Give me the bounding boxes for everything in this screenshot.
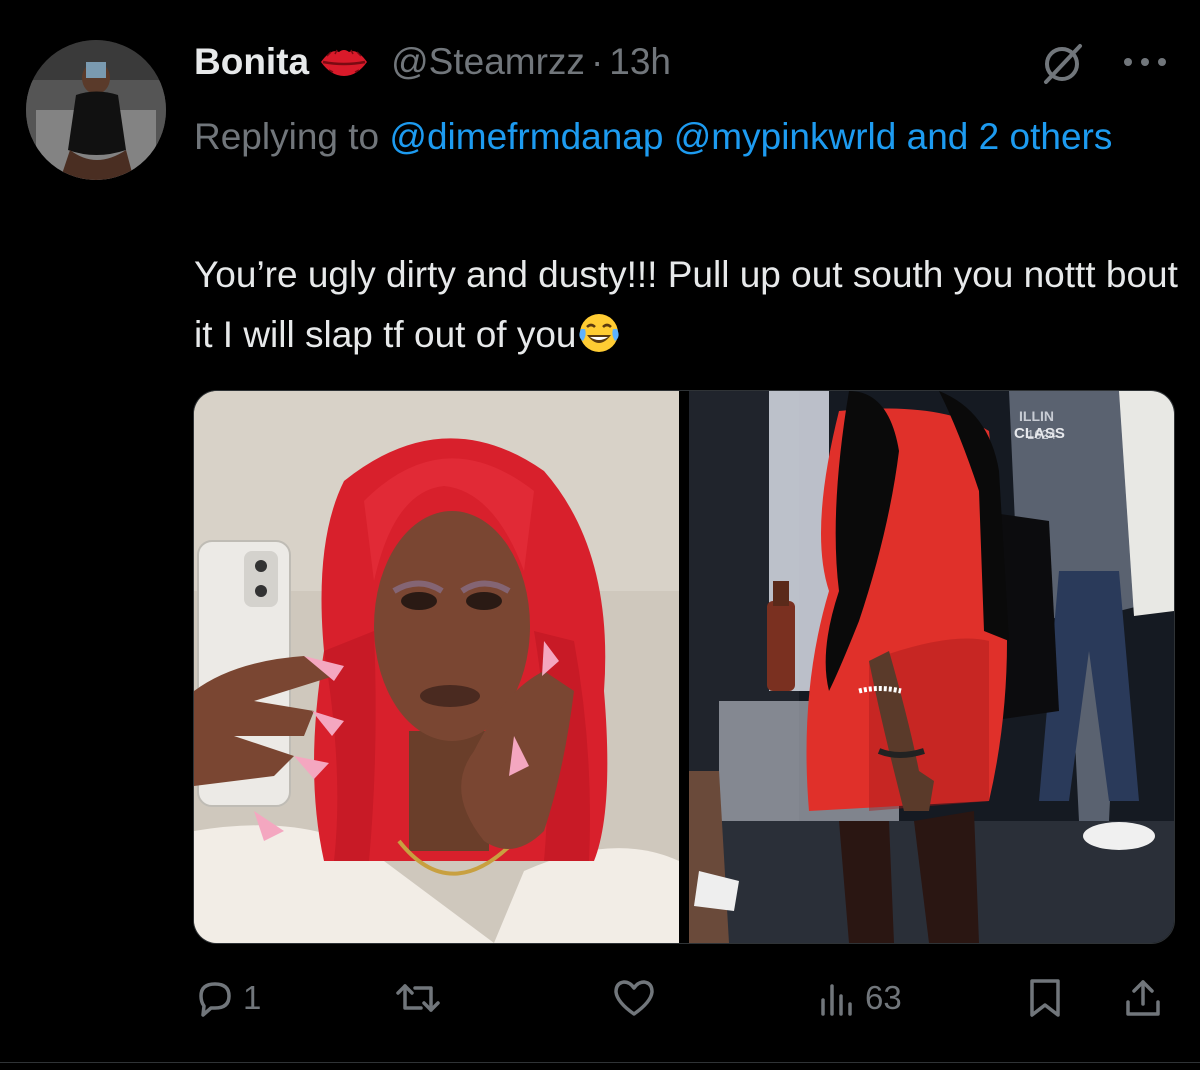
- reply-button[interactable]: 1: [193, 970, 261, 1026]
- handle[interactable]: @Steamrzz: [391, 41, 585, 83]
- sweatshirt-text-1: ILLIN: [1019, 408, 1054, 424]
- retweet-button[interactable]: [393, 970, 449, 1026]
- face-with-tears-of-joy-icon: [577, 311, 621, 355]
- retweet-icon: [393, 976, 443, 1020]
- photo-selfie-red-wig[interactable]: [194, 391, 679, 943]
- reply-count: 1: [243, 979, 262, 1016]
- avatar[interactable]: [26, 40, 166, 180]
- lips-icon: [317, 42, 371, 82]
- replying-prefix: Replying to: [194, 116, 380, 157]
- divider: [0, 1062, 1200, 1063]
- more-options-icon[interactable]: [1120, 52, 1170, 72]
- reply-others-link[interactable]: and 2 others: [907, 116, 1113, 157]
- bookmark-icon: [1023, 976, 1067, 1020]
- sweatshirt-text-3: CLASS: [1014, 425, 1065, 442]
- replying-to: Replying to @dimefrmdanap @mypinkwrld an…: [194, 106, 1154, 168]
- heart-icon: [611, 976, 657, 1020]
- share-button[interactable]: [1121, 970, 1165, 1026]
- bookmark-button[interactable]: [1023, 970, 1067, 1026]
- tweet-body: You’re ugly dirty and dusty!!! Pull up o…: [194, 254, 1178, 355]
- action-bar: 1 63: [193, 970, 1173, 1026]
- reply-mention-1[interactable]: @dimefrmdanap: [389, 116, 663, 157]
- views-button[interactable]: 63: [815, 970, 902, 1026]
- grok-icon[interactable]: [1040, 42, 1084, 86]
- timestamp[interactable]: 13h: [609, 41, 671, 83]
- views-icon: [815, 976, 859, 1020]
- reply-icon: [193, 976, 237, 1020]
- media-grid[interactable]: ILLIN 1624 CLASS: [193, 390, 1175, 944]
- tweet-text: You’re ugly dirty and dusty!!! Pull up o…: [194, 245, 1184, 365]
- view-count: 63: [865, 979, 902, 1016]
- share-icon: [1121, 976, 1165, 1020]
- like-button[interactable]: [611, 970, 663, 1026]
- reply-mention-2[interactable]: @mypinkwrld: [674, 116, 897, 157]
- display-name[interactable]: Bonita: [194, 41, 309, 83]
- tweet[interactable]: Bonita @Steamrzz · 13h Replying to @dime…: [0, 0, 1200, 1070]
- tweet-header: Bonita @Steamrzz · 13h: [194, 36, 671, 88]
- photo-red-dress-party[interactable]: ILLIN 1624 CLASS: [689, 391, 1174, 943]
- separator-dot: ·: [590, 41, 604, 82]
